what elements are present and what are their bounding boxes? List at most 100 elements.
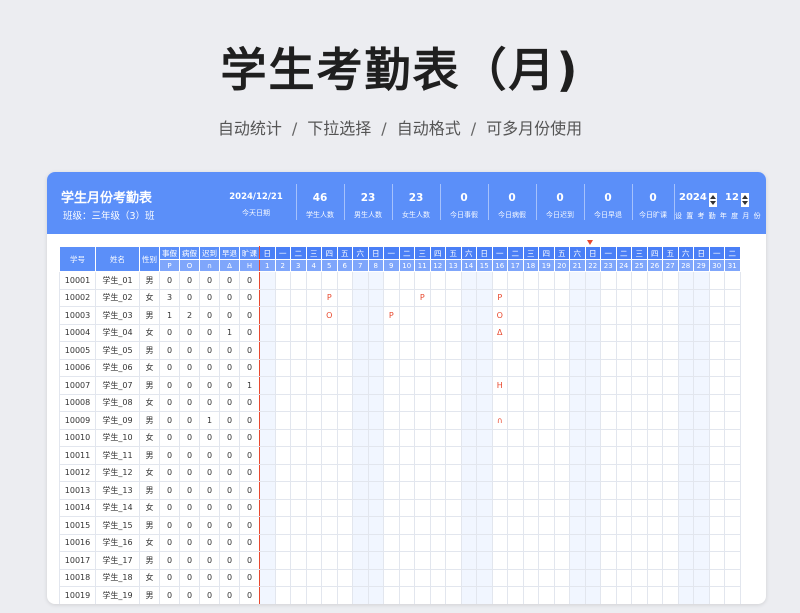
day-cell[interactable] — [305, 358, 322, 377]
day-cell[interactable] — [553, 516, 570, 535]
day-cell[interactable] — [321, 393, 338, 412]
day-cell[interactable] — [305, 393, 322, 412]
day-cell[interactable] — [538, 568, 555, 587]
day-cell[interactable] — [677, 358, 694, 377]
day-cell[interactable] — [460, 533, 477, 552]
day-cell[interactable] — [584, 376, 601, 395]
day-cell[interactable] — [414, 271, 431, 290]
day-cell[interactable] — [352, 411, 369, 430]
day-cell[interactable] — [662, 376, 679, 395]
day-cell[interactable] — [305, 411, 322, 430]
day-cell[interactable] — [693, 376, 710, 395]
day-cell[interactable] — [290, 288, 307, 307]
day-cell[interactable] — [491, 516, 508, 535]
day-cell[interactable] — [615, 288, 632, 307]
day-cell[interactable] — [491, 498, 508, 517]
day-cell[interactable] — [708, 586, 725, 604]
day-cell[interactable] — [476, 376, 493, 395]
day-cell[interactable] — [693, 551, 710, 570]
day-cell[interactable]: P — [321, 288, 338, 307]
day-cell[interactable] — [693, 323, 710, 342]
day-cell[interactable] — [398, 463, 415, 482]
day-cell[interactable] — [693, 341, 710, 360]
day-cell[interactable] — [445, 446, 462, 465]
day-cell[interactable] — [584, 586, 601, 604]
day-cell[interactable] — [615, 498, 632, 517]
day-cell[interactable] — [600, 551, 617, 570]
day-cell[interactable] — [429, 306, 446, 325]
day-cell[interactable] — [367, 288, 384, 307]
day-cell[interactable] — [538, 586, 555, 604]
day-cell[interactable] — [398, 323, 415, 342]
day-cell[interactable] — [569, 323, 586, 342]
day-cell[interactable] — [460, 551, 477, 570]
day-cell[interactable] — [693, 446, 710, 465]
day-cell[interactable] — [290, 551, 307, 570]
day-cell[interactable] — [336, 271, 353, 290]
day-cell[interactable] — [383, 393, 400, 412]
day-cell[interactable] — [367, 481, 384, 500]
day-cell[interactable] — [336, 341, 353, 360]
day-cell[interactable] — [491, 393, 508, 412]
day-cell[interactable] — [615, 446, 632, 465]
day-cell[interactable] — [693, 288, 710, 307]
day-cell[interactable] — [259, 516, 276, 535]
day-cell[interactable] — [414, 568, 431, 587]
day-cell[interactable] — [321, 481, 338, 500]
day-cell[interactable] — [321, 341, 338, 360]
day-cell[interactable] — [693, 533, 710, 552]
day-cell[interactable] — [290, 271, 307, 290]
day-cell[interactable] — [615, 341, 632, 360]
day-cell[interactable] — [569, 341, 586, 360]
day-cell[interactable] — [274, 516, 291, 535]
day-cell[interactable] — [507, 463, 524, 482]
day-cell[interactable] — [414, 481, 431, 500]
day-cell[interactable] — [398, 446, 415, 465]
day-cell[interactable] — [693, 498, 710, 517]
day-cell[interactable] — [367, 376, 384, 395]
day-cell[interactable] — [584, 323, 601, 342]
day-cell[interactable] — [569, 376, 586, 395]
day-cell[interactable] — [553, 376, 570, 395]
day-cell[interactable] — [522, 568, 539, 587]
day-cell[interactable] — [476, 428, 493, 447]
day-cell[interactable] — [538, 411, 555, 430]
day-cell[interactable] — [522, 481, 539, 500]
day-cell[interactable] — [321, 463, 338, 482]
day-cell[interactable] — [600, 358, 617, 377]
day-cell[interactable] — [693, 271, 710, 290]
day-cell[interactable] — [584, 446, 601, 465]
day-cell[interactable] — [305, 568, 322, 587]
day-cell[interactable] — [290, 446, 307, 465]
day-cell[interactable] — [445, 411, 462, 430]
day-cell[interactable] — [677, 516, 694, 535]
day-cell[interactable] — [708, 288, 725, 307]
day-cell[interactable] — [631, 288, 648, 307]
day-cell[interactable] — [507, 323, 524, 342]
day-cell[interactable] — [631, 533, 648, 552]
day-cell[interactable] — [600, 376, 617, 395]
day-cell[interactable] — [708, 551, 725, 570]
day-cell[interactable]: Δ — [491, 323, 508, 342]
day-cell[interactable] — [538, 481, 555, 500]
day-cell[interactable] — [677, 551, 694, 570]
day-cell[interactable] — [646, 586, 663, 604]
day-cell[interactable] — [429, 323, 446, 342]
day-cell[interactable] — [600, 568, 617, 587]
arrow-down-icon[interactable] — [742, 201, 748, 205]
day-cell[interactable] — [677, 481, 694, 500]
day-cell[interactable] — [429, 271, 446, 290]
day-cell[interactable] — [274, 411, 291, 430]
day-cell[interactable] — [445, 271, 462, 290]
day-cell[interactable]: O — [491, 306, 508, 325]
day-cell[interactable] — [631, 428, 648, 447]
day-cell[interactable] — [305, 586, 322, 604]
day-cell[interactable] — [677, 568, 694, 587]
day-cell[interactable] — [274, 288, 291, 307]
day-cell[interactable] — [708, 516, 725, 535]
day-cell[interactable] — [569, 306, 586, 325]
day-cell[interactable] — [708, 376, 725, 395]
day-cell[interactable] — [445, 568, 462, 587]
day-cell[interactable] — [615, 271, 632, 290]
day-cell[interactable] — [584, 288, 601, 307]
